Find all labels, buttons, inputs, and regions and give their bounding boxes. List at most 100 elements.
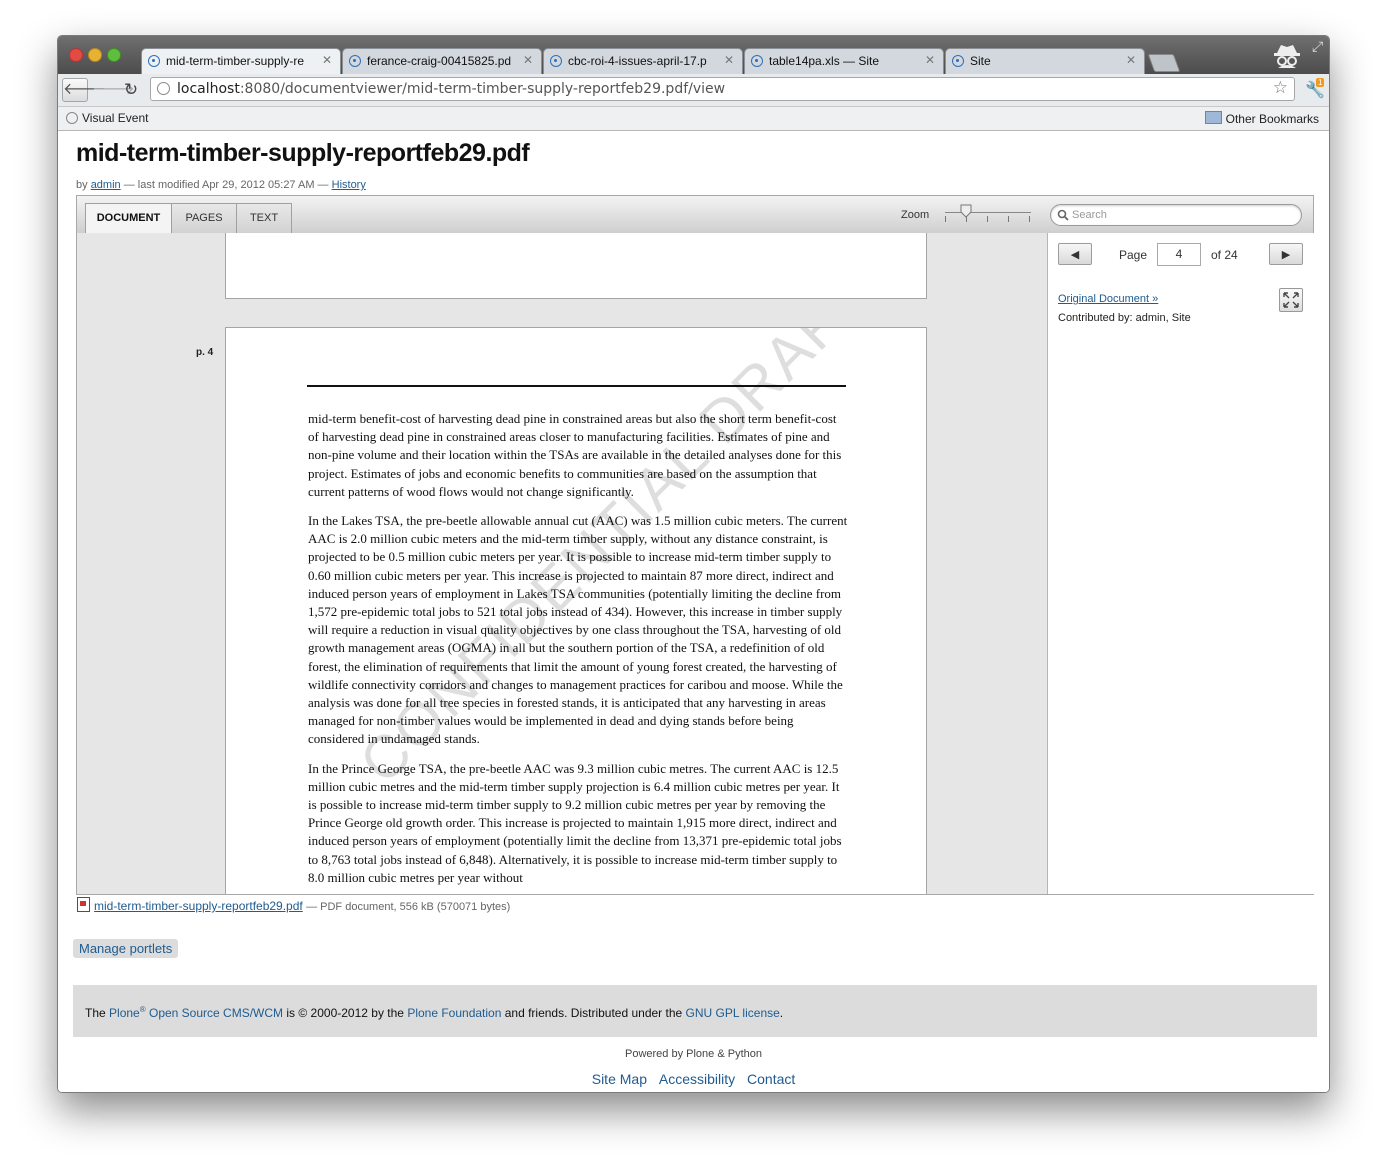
zoom-slider-handle[interactable]: [960, 204, 972, 218]
plone-favicon-icon: [952, 55, 964, 67]
folder-icon: [1204, 111, 1222, 124]
contributed-by: Contributed by: admin, Site: [1058, 312, 1191, 324]
reload-button[interactable]: ↻: [120, 78, 142, 102]
plone-favicon-icon: [550, 55, 562, 67]
title-bar: mid-term-timber-supply-re ✕ ferance-crai…: [58, 36, 1329, 74]
page-3-sheet: [225, 233, 927, 299]
tab-label: Site: [970, 54, 991, 68]
tab-pages[interactable]: PAGES: [171, 203, 237, 233]
page-text: mid-term benefit-cost of harvesting dead…: [308, 410, 848, 894]
tab-label: table14pa.xls — Site: [769, 54, 880, 68]
plone-link[interactable]: Plone®: [109, 1005, 146, 1020]
file-meta: — PDF document, 556 kB (570071 bytes): [306, 901, 511, 913]
browser-tab-1[interactable]: mid-term-timber-supply-re ✕: [141, 48, 341, 74]
address-bar[interactable]: localhost:8080/documentviewer/mid-term-t…: [150, 77, 1295, 101]
bookmark-visual-event[interactable]: Visual Event: [66, 111, 149, 125]
document-pages[interactable]: p. 4 mid-term benefit-cost of harvesting…: [77, 233, 1047, 894]
fullscreen-toggle-button[interactable]: [1279, 288, 1303, 312]
back-button[interactable]: 🡐: [62, 78, 106, 102]
extension-badge: 1: [1316, 78, 1325, 87]
globe-icon: [66, 112, 78, 124]
browser-tab-5[interactable]: Site ✕: [945, 48, 1145, 74]
other-bookmarks[interactable]: Other Bookmarks: [1204, 111, 1319, 126]
zoom-slider[interactable]: [945, 204, 1031, 226]
reload-icon: ↻: [123, 80, 139, 99]
registered-mark: ®: [139, 1005, 146, 1014]
url-host: localhost: [177, 81, 240, 97]
viewer-sidebar: ◀ Page 4 of 24 ▶ Original Document » Con…: [1047, 233, 1314, 894]
tab-close-icon[interactable]: ✕: [322, 53, 332, 67]
browser-toolbar: 🡐 🡒 ↻ localhost:8080/documentviewer/mid-…: [58, 74, 1329, 107]
right-triangle-icon: ▶: [1281, 249, 1291, 261]
plone-label: Plone: [109, 1006, 140, 1020]
footer-text: is © 2000-2012 by the: [286, 1006, 404, 1020]
page-marker: p. 4: [196, 347, 214, 358]
search-icon: [1057, 209, 1069, 221]
site-actions: Site Map Accessibility Contact: [58, 1071, 1329, 1087]
plone-favicon-icon: [148, 55, 160, 67]
tab-close-icon[interactable]: ✕: [1126, 53, 1136, 67]
tab-close-icon[interactable]: ✕: [523, 53, 533, 67]
fullscreen-icon[interactable]: ⤢: [1312, 38, 1323, 55]
extension-wrench-button[interactable]: 🔧 1: [1305, 78, 1325, 100]
byline-by: by: [76, 179, 88, 191]
browser-tab-4[interactable]: table14pa.xls — Site ✕: [744, 48, 944, 74]
zoom-window-button[interactable]: [107, 48, 121, 62]
bookmark-label: Visual Event: [82, 111, 149, 125]
accessibility-link[interactable]: Accessibility: [659, 1071, 735, 1087]
left-triangle-icon: ◀: [1070, 249, 1080, 261]
file-download: mid-term-timber-supply-reportfeb29.pdf —…: [77, 897, 510, 913]
other-bookmarks-label: Other Bookmarks: [1225, 112, 1319, 126]
browser-tab-2[interactable]: ferance-craig-00415825.pd ✕: [342, 48, 542, 74]
pdf-file-icon: [77, 897, 90, 912]
tab-document[interactable]: DOCUMENT: [85, 203, 172, 234]
tab-label: cbc-roi-4-issues-april-17.p: [568, 54, 707, 68]
incognito-icon: [1274, 45, 1300, 68]
plone-foundation-link[interactable]: Plone Foundation: [407, 1006, 501, 1020]
browser-tab-3[interactable]: cbc-roi-4-issues-april-17.p ✕: [543, 48, 743, 74]
file-link[interactable]: mid-term-timber-supply-reportfeb29.pdf: [94, 899, 303, 913]
bookmark-star-icon[interactable]: ☆: [1273, 78, 1288, 98]
footer-text: and friends. Distributed under the: [504, 1006, 683, 1020]
plone-favicon-icon: [349, 55, 361, 67]
document-viewer: DOCUMENT PAGES TEXT Zoom Search p. 4 mid…: [76, 195, 1314, 895]
tab-close-icon[interactable]: ✕: [724, 53, 734, 67]
tab-close-icon[interactable]: ✕: [925, 53, 935, 67]
next-page-button[interactable]: ▶: [1269, 243, 1303, 265]
powered-by: Powered by Plone & Python: [625, 1048, 762, 1060]
url-path: :8080/documentviewer/mid-term-timber-sup…: [239, 81, 726, 97]
new-tab-button[interactable]: [1147, 54, 1181, 72]
url-text[interactable]: localhost:8080/documentviewer/mid-term-t…: [177, 81, 725, 97]
viewer-header: DOCUMENT PAGES TEXT Zoom Search: [77, 196, 1313, 234]
zoom-label: Zoom: [901, 209, 930, 221]
cms-link[interactable]: Open Source CMS/WCM: [149, 1006, 283, 1020]
globe-icon: [157, 82, 170, 95]
original-document-link[interactable]: Original Document »: [1058, 293, 1158, 305]
forward-button[interactable]: 🡒: [92, 78, 135, 102]
contact-link[interactable]: Contact: [747, 1071, 795, 1087]
colophon: The Plone® Open Source CMS/WCM is © 2000…: [73, 985, 1317, 1037]
page-title: mid-term-timber-supply-reportfeb29.pdf: [76, 139, 530, 167]
document-byline: by admin — last modified Apr 29, 2012 05…: [76, 179, 366, 191]
plone-favicon-icon: [751, 55, 763, 67]
site-map-link[interactable]: Site Map: [592, 1071, 647, 1087]
page-label: Page: [1119, 248, 1148, 262]
history-link[interactable]: History: [332, 179, 366, 191]
footer-period: .: [779, 1006, 784, 1020]
browser-window: mid-term-timber-supply-re ✕ ferance-crai…: [57, 35, 1330, 1093]
page-number-input[interactable]: 4: [1157, 243, 1201, 266]
author-link[interactable]: admin: [91, 179, 121, 191]
expand-icon: [1283, 292, 1299, 308]
tab-text[interactable]: TEXT: [236, 203, 292, 233]
copyright-text: The Plone® Open Source CMS/WCM is © 2000…: [85, 1005, 783, 1020]
manage-portlets-button[interactable]: Manage portlets: [73, 939, 179, 958]
prev-page-button[interactable]: ◀: [1058, 243, 1092, 265]
search-box[interactable]: Search: [1050, 204, 1302, 226]
page-4-sheet: mid-term benefit-cost of harvesting dead…: [225, 327, 927, 894]
close-window-button[interactable]: [69, 48, 83, 62]
gpl-license-link[interactable]: GNU GPL license: [686, 1006, 780, 1020]
tab-label: ferance-craig-00415825.pd: [367, 54, 512, 68]
minimize-window-button[interactable]: [88, 48, 102, 62]
page-content: mid-term-timber-supply-reportfeb29.pdf b…: [58, 131, 1329, 1092]
footer-text: The: [85, 1006, 106, 1020]
